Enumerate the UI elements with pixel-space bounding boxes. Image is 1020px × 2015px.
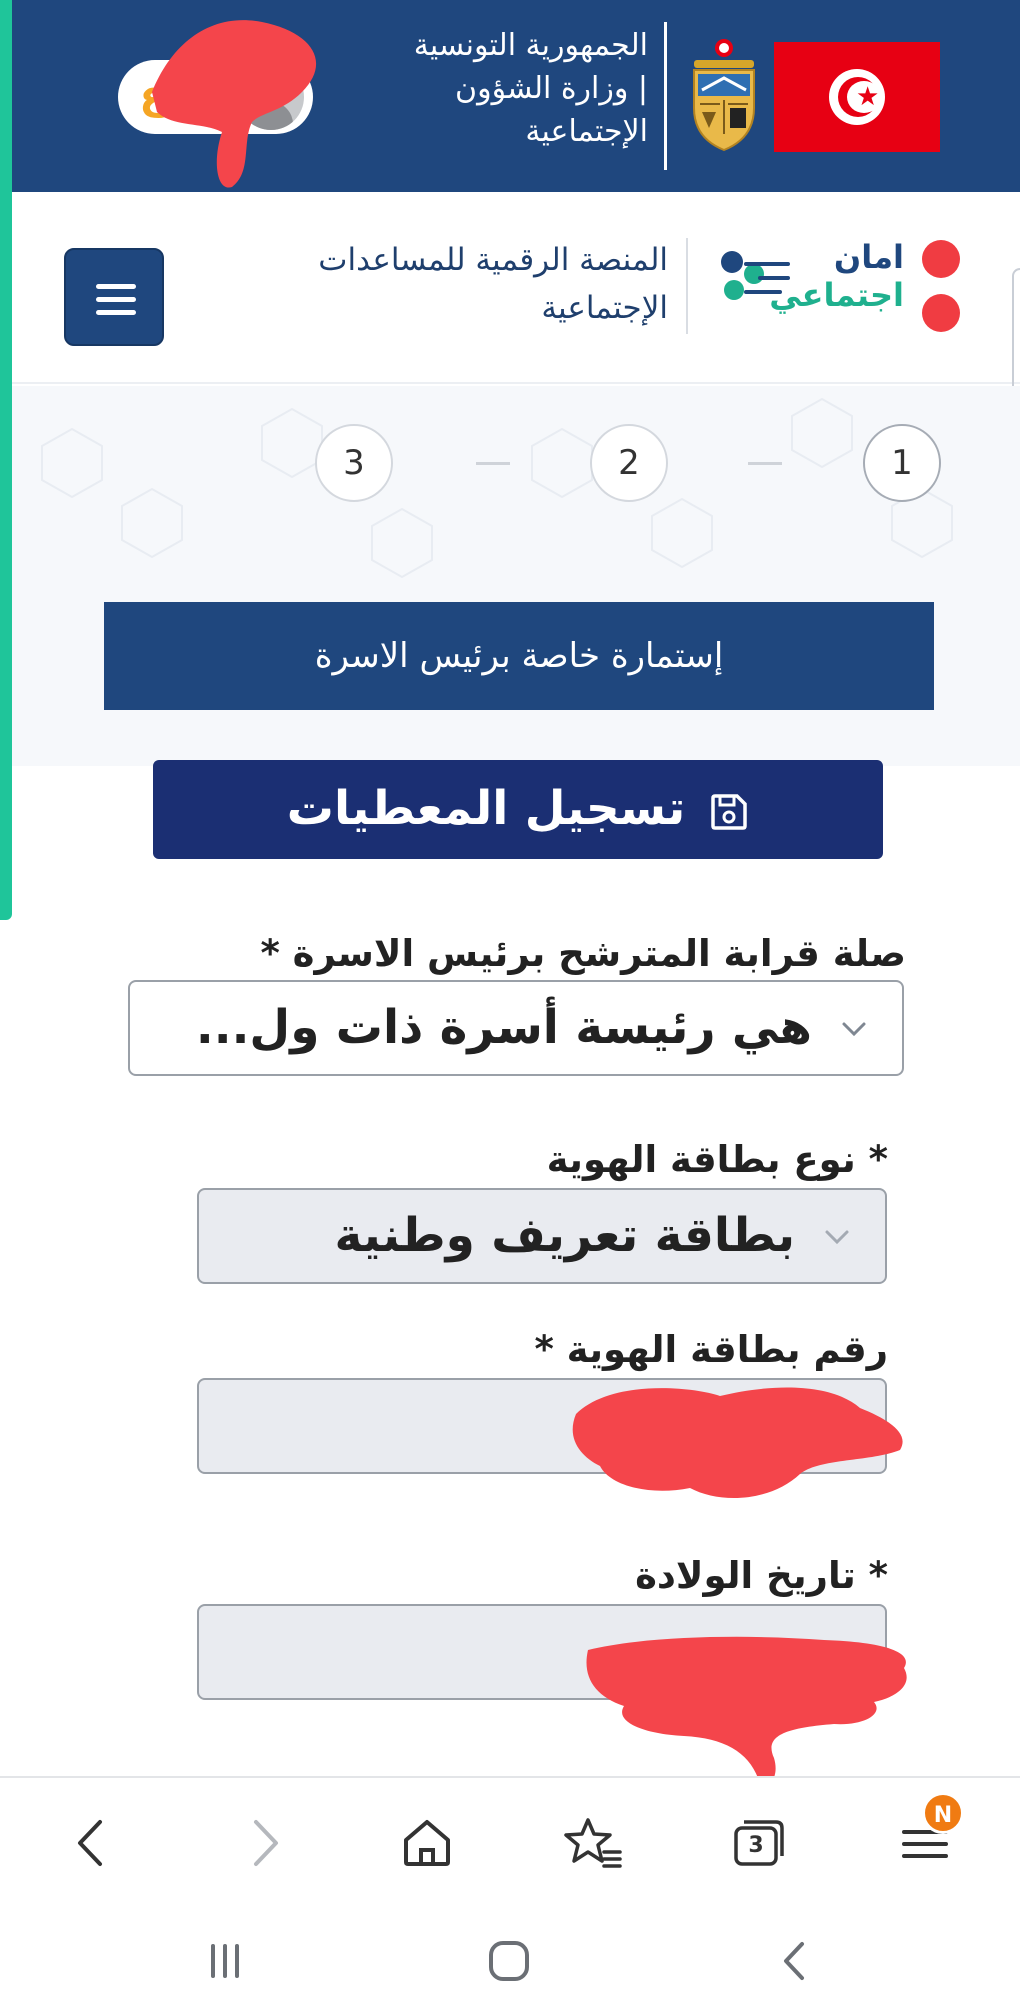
chevron-down-icon (842, 1022, 866, 1037)
gov-line-1: الجمهورية التونسية (413, 28, 648, 63)
people-icon (721, 251, 790, 300)
site-header: المنصة الرقمية للمساعدات الإجتماعية امان… (12, 192, 1020, 384)
recents-icon[interactable] (190, 1926, 260, 1996)
coat-of-arms-icon (693, 39, 755, 152)
form-title-banner: إستمارة خاصة برئيس الاسرة (104, 602, 934, 710)
site-divider (686, 238, 688, 334)
step-1[interactable]: 1 (863, 424, 941, 502)
redaction-scribble (152, 20, 317, 188)
redaction-scribble (572, 1387, 903, 1499)
step-connector (476, 462, 510, 465)
id-type-selected-value: بطاقة تعريف وطنية (334, 1208, 795, 1263)
back-icon[interactable] (58, 1808, 128, 1878)
notification-badge: N (922, 1792, 964, 1834)
tabs-icon[interactable]: 3 (724, 1808, 794, 1878)
birth-date-label: * تاريخ الولادة (635, 1554, 888, 1597)
logo-text-line-1: امان (833, 238, 904, 276)
save-data-button[interactable]: تسجيل المعطيات (153, 760, 883, 859)
redaction-scribble (586, 1636, 907, 1784)
platform-title-line-2: الإجتماعية (541, 290, 668, 326)
save-icon (711, 793, 747, 830)
step-connector (748, 462, 782, 465)
ministry-title: الجمهورية التونسية | وزارة الشؤون الإجتم… (348, 24, 648, 153)
relation-selected-value: هي رئيسة أسرة ذات ول... (195, 1000, 812, 1055)
gov-line-3: الإجتماعية (525, 114, 648, 149)
step-3[interactable]: 3 (315, 424, 393, 502)
relation-label: صلة قرابة المترشح برئيس الاسرة * (260, 932, 906, 975)
id-number-label: رقم بطاقة الهوية * (534, 1328, 888, 1371)
platform-title-line-1: المنصة الرقمية للمساعدات (318, 242, 668, 278)
aman-ijtimai-logo[interactable]: امان اجتماعي (710, 230, 960, 350)
id-type-select[interactable]: بطاقة تعريف وطنية (197, 1188, 887, 1284)
gov-line-2: | وزارة الشؤون (455, 71, 648, 106)
id-type-label: * نوع بطاقة الهوية (546, 1138, 888, 1181)
platform-title: المنصة الرقمية للمساعدات الإجتماعية (248, 236, 668, 332)
bookmarks-icon[interactable] (558, 1808, 628, 1878)
save-button-label: تسجيل المعطيات (286, 781, 686, 836)
android-home-icon[interactable] (474, 1926, 544, 1996)
relation-select[interactable]: هي رئيسة أسرة ذات ول... (128, 980, 904, 1076)
gov-header: ★ الجمهورية التونسية | وزارة الشؤون الإج… (12, 0, 1020, 192)
left-accent-stripe (0, 0, 12, 920)
tunisia-flag: ★ (774, 42, 940, 152)
android-navigation-bar (0, 1906, 1020, 2015)
gov-divider (664, 22, 667, 170)
hamburger-menu-button[interactable] (64, 248, 164, 346)
tabs-count: 3 (748, 1833, 764, 1858)
forward-icon[interactable] (228, 1808, 298, 1878)
step-2[interactable]: 2 (590, 424, 668, 502)
browser-toolbar: 3 N (0, 1776, 1020, 1906)
chevron-down-icon (825, 1230, 849, 1245)
android-back-icon[interactable] (760, 1926, 830, 1996)
home-icon[interactable] (392, 1808, 462, 1878)
